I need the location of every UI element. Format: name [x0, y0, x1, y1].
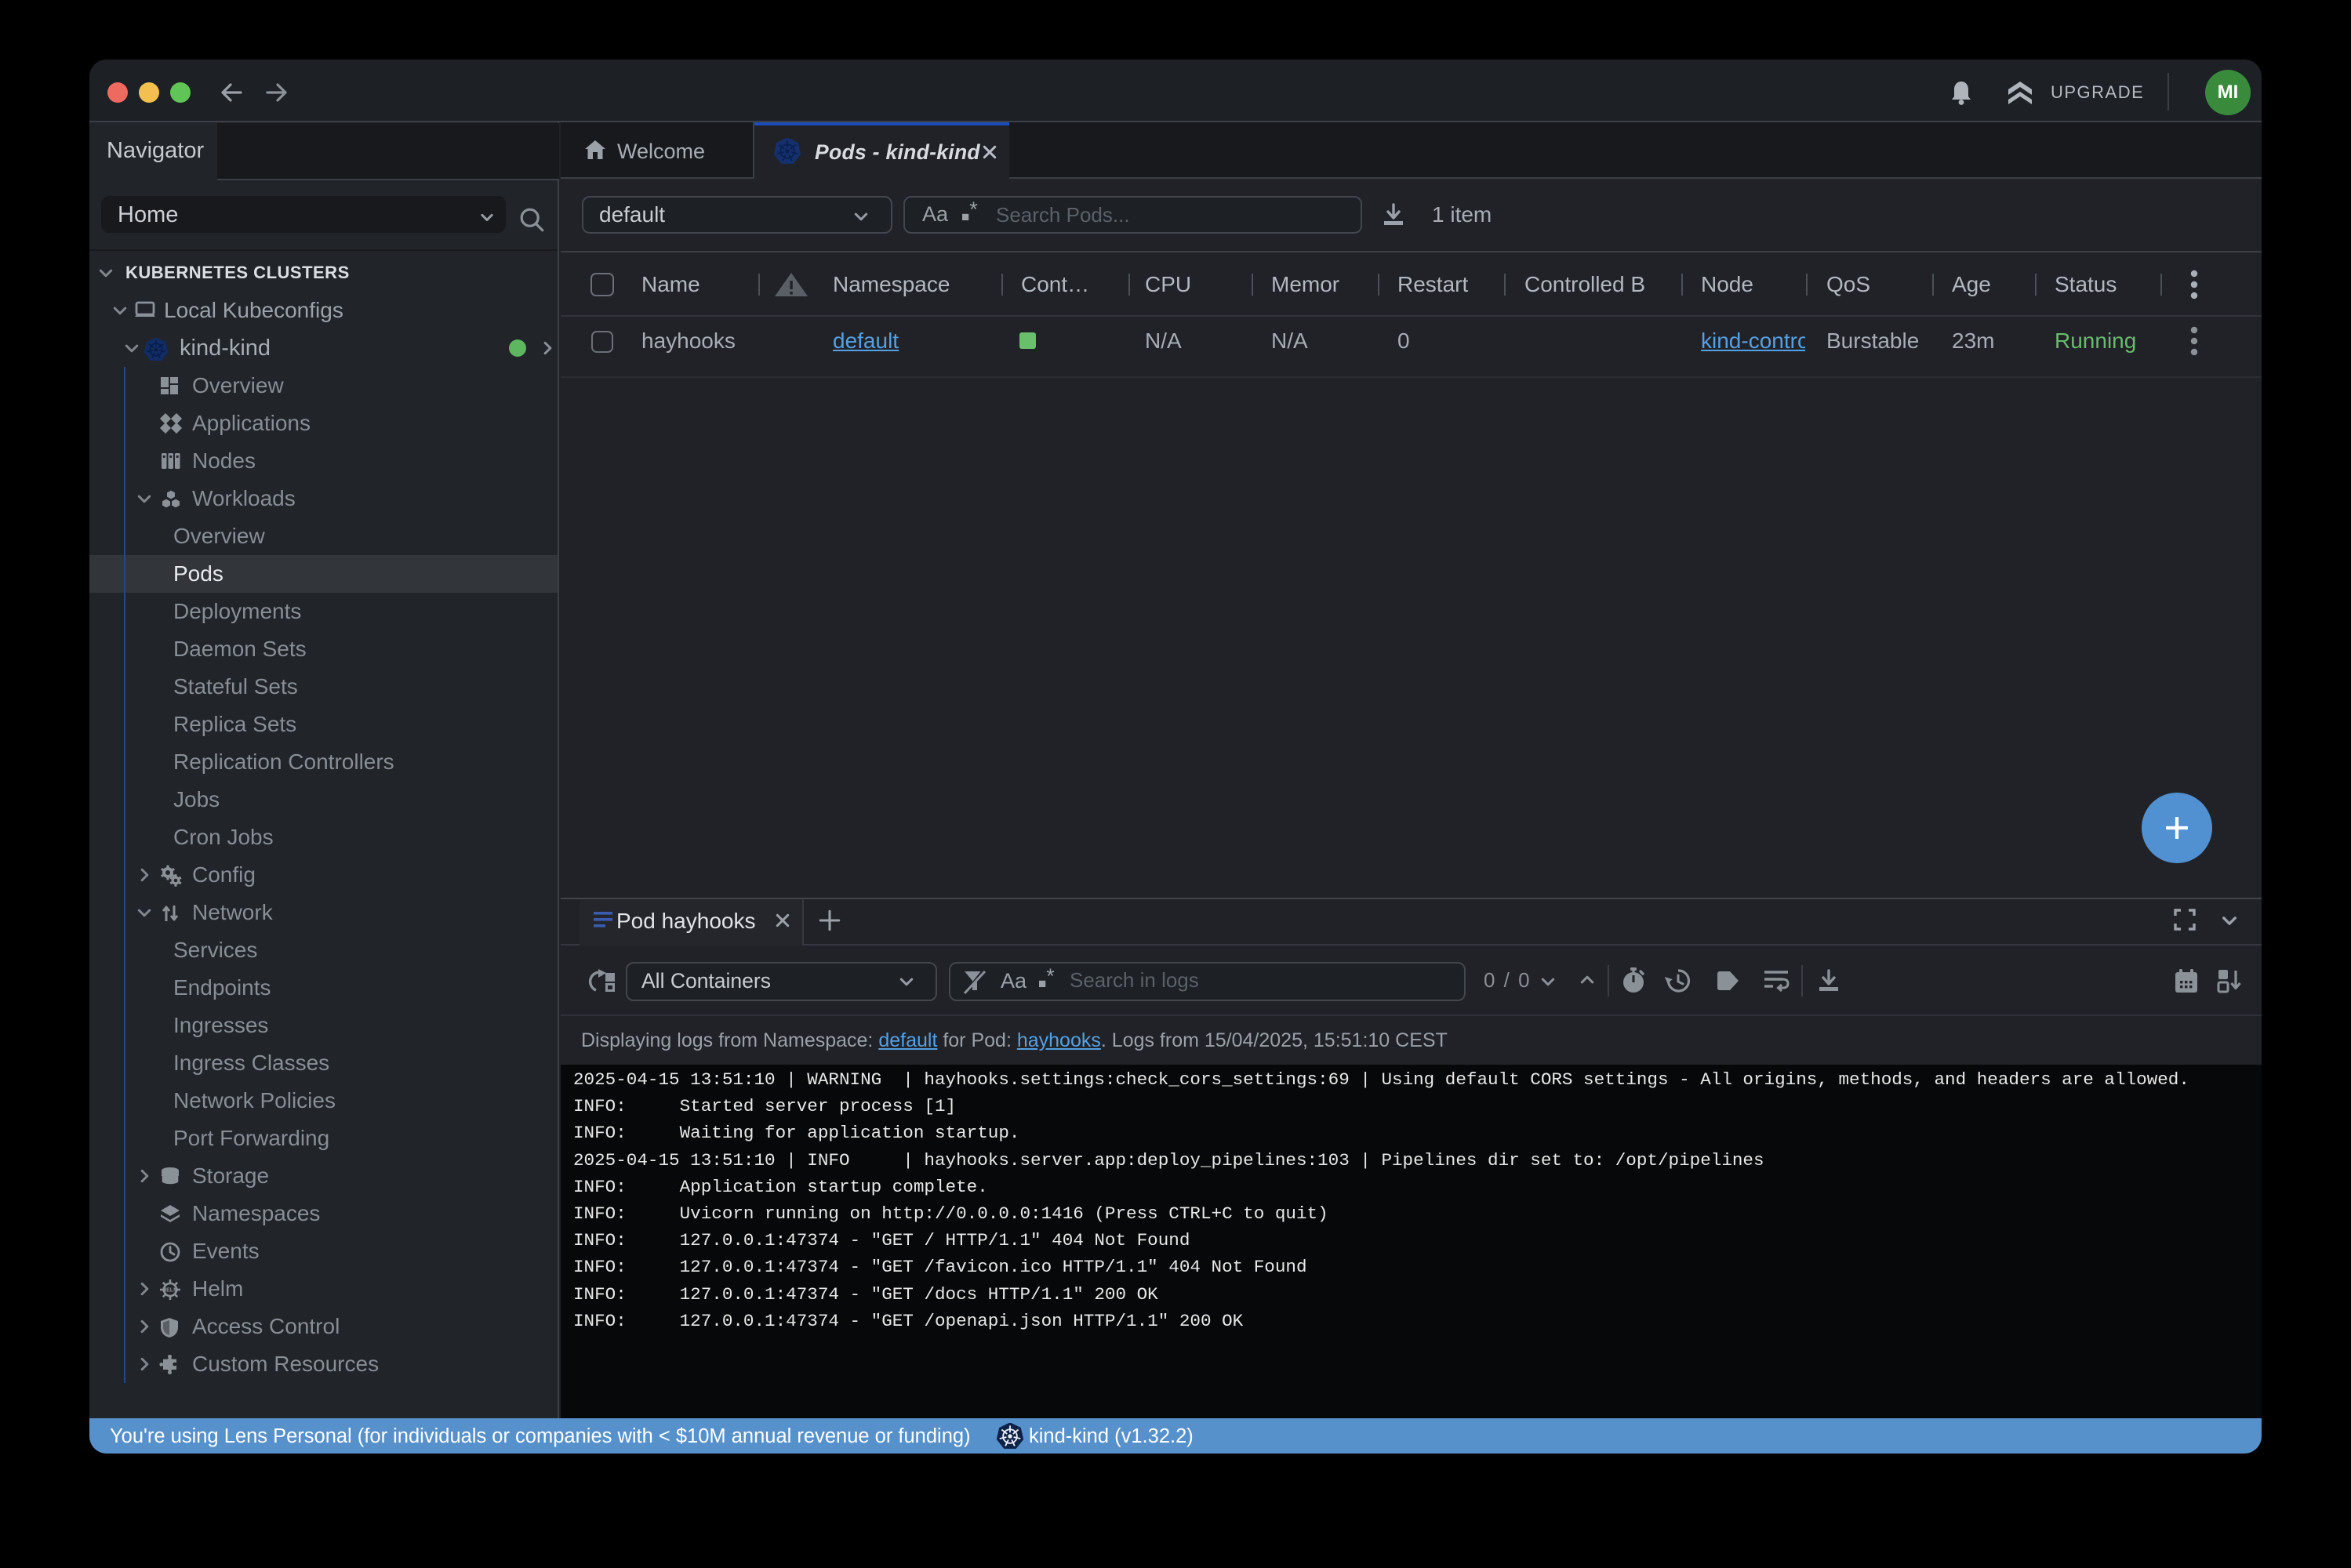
svg-text:HELM: HELM	[162, 1288, 178, 1294]
